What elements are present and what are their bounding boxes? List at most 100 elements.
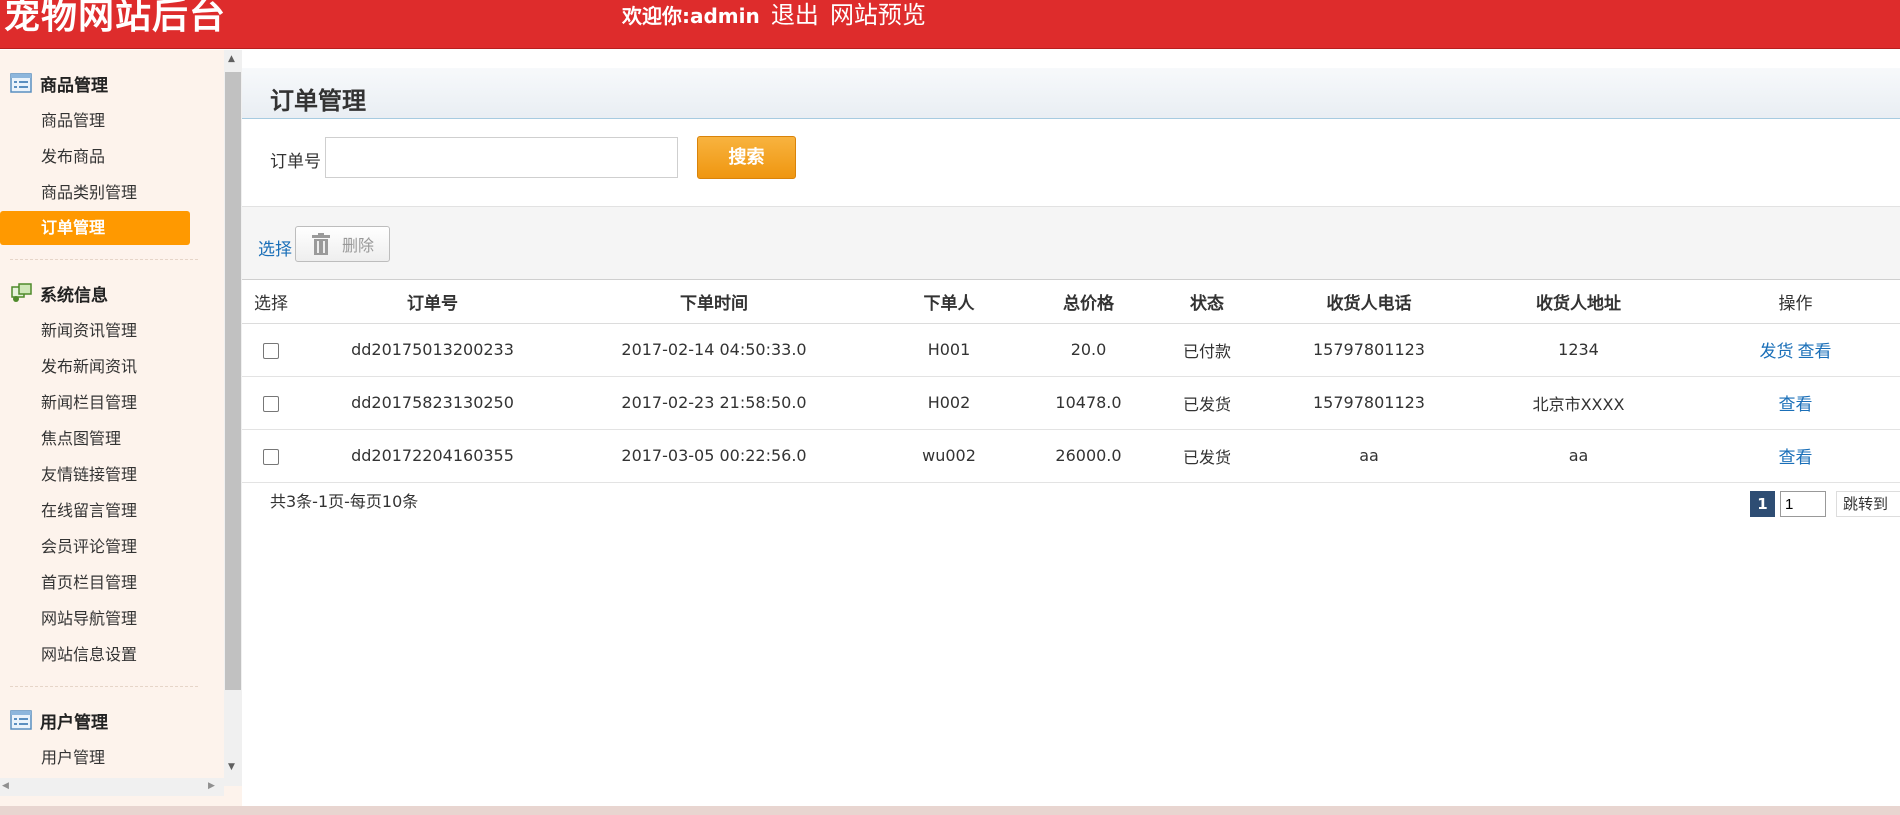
sidebar-group-title: 用户管理 — [40, 712, 108, 733]
order-status-cell: 已付款 — [1142, 323, 1272, 377]
sidebar-item-publish-goods[interactable]: 发布商品 — [0, 140, 190, 174]
order-time-cell: 2017-02-23 21:58:50.0 — [565, 376, 863, 430]
receiver-phone-cell: 15797801123 — [1272, 323, 1466, 377]
pagination-page-input[interactable] — [1780, 491, 1826, 517]
row-checkbox[interactable] — [263, 342, 279, 359]
view-link[interactable]: 查看 — [1798, 342, 1832, 362]
delete-button-label: 删除 — [342, 236, 375, 255]
scroll-up-arrow-icon[interactable]: ▲ — [228, 54, 235, 64]
sidebar-item-home-columns[interactable]: 首页栏目管理 — [0, 566, 190, 600]
system-info-icon — [11, 283, 32, 302]
column-header: 操作 — [1691, 281, 1900, 324]
pagination-goto-button[interactable]: 跳转到 — [1836, 491, 1900, 517]
site-preview-link[interactable]: 网站预览 — [830, 1, 926, 29]
site-title: 宠物网站后台 — [4, 0, 227, 37]
receiver-phone-cell: aa — [1272, 429, 1466, 483]
column-header: 下单人 — [863, 281, 1035, 324]
sidebar-group-title: 商品管理 — [40, 75, 108, 96]
sidebar-item-orders[interactable]: 订单管理 — [0, 211, 190, 245]
sidebar-group-goods[interactable]: 商品管理 — [10, 68, 108, 98]
order-number-cell: dd20172204160355 — [300, 429, 565, 483]
order-number-cell: dd20175013200233 — [300, 323, 565, 377]
scrollbar-thumb[interactable] — [225, 72, 241, 690]
order-total-cell: 10478.0 — [1035, 376, 1142, 430]
sidebar-divider — [10, 259, 198, 260]
scroll-right-arrow-icon[interactable]: ▶ — [208, 781, 215, 791]
receiver-address-cell: aa — [1466, 429, 1691, 483]
sidebar-item-member-comments[interactable]: 会员评论管理 — [0, 530, 190, 564]
sidebar-item-site-settings[interactable]: 网站信息设置 — [0, 638, 190, 672]
sidebar: 商品管理 商品管理 发布商品 商品类别管理 订单管理 系统信息 新闻资讯管理 发… — [0, 50, 242, 806]
logout-link[interactable]: 退出 — [771, 1, 819, 29]
order-time-cell: 2017-03-05 00:22:56.0 — [565, 429, 863, 483]
sidebar-group-title: 系统信息 — [40, 285, 108, 306]
trash-icon — [312, 233, 330, 255]
sidebar-item-news-manage[interactable]: 新闻资讯管理 — [0, 314, 190, 348]
page-title: 订单管理 — [270, 87, 366, 115]
order-number-label: 订单号 — [270, 152, 321, 172]
sidebar-item-goods-category[interactable]: 商品类别管理 — [0, 176, 190, 210]
scroll-down-arrow-icon[interactable]: ▼ — [228, 762, 235, 772]
column-header: 订单号 — [300, 281, 565, 324]
sidebar-group-system[interactable]: 系统信息 — [10, 278, 108, 308]
sidebar-group-users[interactable]: 用户管理 — [10, 705, 108, 735]
sidebar-horizontal-scrollbar[interactable]: ◀ ▶ — [0, 778, 224, 796]
sidebar-item-friend-links[interactable]: 友情链接管理 — [0, 458, 190, 492]
column-header: 总价格 — [1035, 281, 1142, 324]
actions-cell: 查看 — [1691, 376, 1900, 430]
order-number-input[interactable] — [325, 137, 678, 178]
orders-table: 选择 订单号 下单时间 下单人 总价格 状态 收货人电话 收货人地址 操作 dd… — [242, 281, 1900, 483]
sidebar-item-news-column[interactable]: 新闻栏目管理 — [0, 386, 190, 420]
main-content: 订单管理 订单号 搜索 选择 删除 选择 订单号 下单时间 下单人 总价格 状态… — [242, 50, 1900, 806]
welcome-text: 欢迎你:admin — [622, 4, 760, 28]
order-time-cell: 2017-02-14 04:50:33.0 — [565, 323, 863, 377]
bottom-bar — [0, 806, 1900, 815]
pagination-current-page[interactable]: 1 — [1750, 491, 1775, 517]
view-link[interactable]: 查看 — [1779, 448, 1813, 468]
actions-cell: 查看 — [1691, 429, 1900, 483]
page-header: 订单管理 — [242, 68, 1900, 119]
order-user-cell: H002 — [863, 376, 1035, 430]
order-user-cell: H001 — [863, 323, 1035, 377]
sidebar-menu: 商品管理 商品管理 发布商品 商品类别管理 订单管理 系统信息 新闻资讯管理 发… — [0, 50, 224, 786]
sidebar-item-online-messages[interactable]: 在线留言管理 — [0, 494, 190, 528]
table-toolbar: 选择 删除 — [242, 206, 1900, 280]
row-select-cell — [242, 376, 300, 430]
pagination-info: 共3条-1页-每页10条 — [270, 492, 419, 511]
order-status-cell: 已发货 — [1142, 376, 1272, 430]
column-header: 收货人地址 — [1466, 281, 1691, 324]
list-panel-icon — [10, 73, 32, 93]
receiver-address-cell: 北京市XXXX — [1466, 376, 1691, 430]
column-header: 状态 — [1142, 281, 1272, 324]
row-checkbox[interactable] — [263, 448, 279, 465]
sidebar-item-site-navigation[interactable]: 网站导航管理 — [0, 602, 190, 636]
table-row: dd20172204160355 2017-03-05 00:22:56.0 w… — [242, 429, 1900, 483]
order-total-cell: 26000.0 — [1035, 429, 1142, 483]
row-checkbox[interactable] — [263, 395, 279, 412]
actions-cell: 发货 查看 — [1691, 323, 1900, 377]
delete-button[interactable]: 删除 — [295, 226, 390, 262]
search-button[interactable]: 搜索 — [697, 136, 796, 179]
order-number-cell: dd20175823130250 — [300, 376, 565, 430]
sidebar-vertical-scrollbar[interactable]: ▲ ▼ — [224, 50, 242, 786]
welcome-area: 欢迎你:admin 退出 网站预览 — [622, 0, 926, 30]
order-status-cell: 已发货 — [1142, 429, 1272, 483]
row-select-cell — [242, 323, 300, 377]
view-link[interactable]: 查看 — [1779, 395, 1813, 415]
sidebar-item-user-manage[interactable]: 用户管理 — [0, 741, 190, 775]
sidebar-divider — [10, 686, 198, 687]
select-all-link[interactable]: 选择 — [258, 235, 292, 260]
receiver-phone-cell: 15797801123 — [1272, 376, 1466, 430]
list-panel-icon — [10, 710, 32, 730]
sidebar-item-focus-image[interactable]: 焦点图管理 — [0, 422, 190, 456]
top-header: 宠物网站后台 欢迎你:admin 退出 网站预览 — [0, 0, 1900, 49]
order-total-cell: 20.0 — [1035, 323, 1142, 377]
table-header-row: 选择 订单号 下单时间 下单人 总价格 状态 收货人电话 收货人地址 操作 — [242, 281, 1900, 324]
ship-link[interactable]: 发货 — [1760, 342, 1794, 362]
column-header: 选择 — [242, 281, 300, 324]
sidebar-item-publish-news[interactable]: 发布新闻资讯 — [0, 350, 190, 384]
scroll-left-arrow-icon[interactable]: ◀ — [2, 781, 9, 791]
column-header: 下单时间 — [565, 281, 863, 324]
row-select-cell — [242, 429, 300, 483]
sidebar-item-goods-manage[interactable]: 商品管理 — [0, 104, 190, 138]
